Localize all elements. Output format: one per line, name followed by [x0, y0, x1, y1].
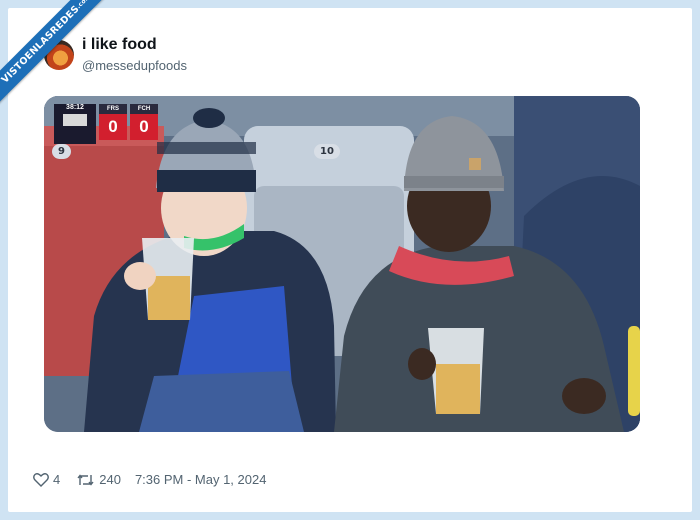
match-clock: 38:12	[54, 104, 96, 144]
watermark-text: VISTOENLASREDES.com	[0, 0, 110, 107]
like-action[interactable]: 4	[33, 472, 60, 487]
retweet-action[interactable]: 240	[76, 472, 121, 487]
retweet-icon	[77, 473, 94, 486]
retweet-count: 240	[99, 472, 121, 487]
stadium-photo-illustration	[44, 96, 640, 432]
tweet-footer: 4 240 7:36 PM - May 1, 2024	[33, 472, 266, 487]
scoreboard: 38:12 FRS 0 FCH 0	[54, 104, 158, 144]
home-team-score: FRS 0	[99, 104, 127, 144]
seat-number-label: 10	[314, 144, 340, 159]
league-logo-icon	[63, 114, 87, 126]
tweet-timestamp[interactable]: 7:36 PM - May 1, 2024	[135, 472, 267, 487]
like-count: 4	[53, 472, 61, 487]
away-team-score: FCH 0	[130, 104, 158, 144]
heart-icon	[33, 473, 49, 487]
watermark-ribbon: VISTOENLASREDES.com	[0, 0, 110, 110]
tweet-photo[interactable]: 38:12 FRS 0 FCH 0 9 10	[44, 96, 640, 432]
seat-number-label: 9	[52, 144, 71, 159]
